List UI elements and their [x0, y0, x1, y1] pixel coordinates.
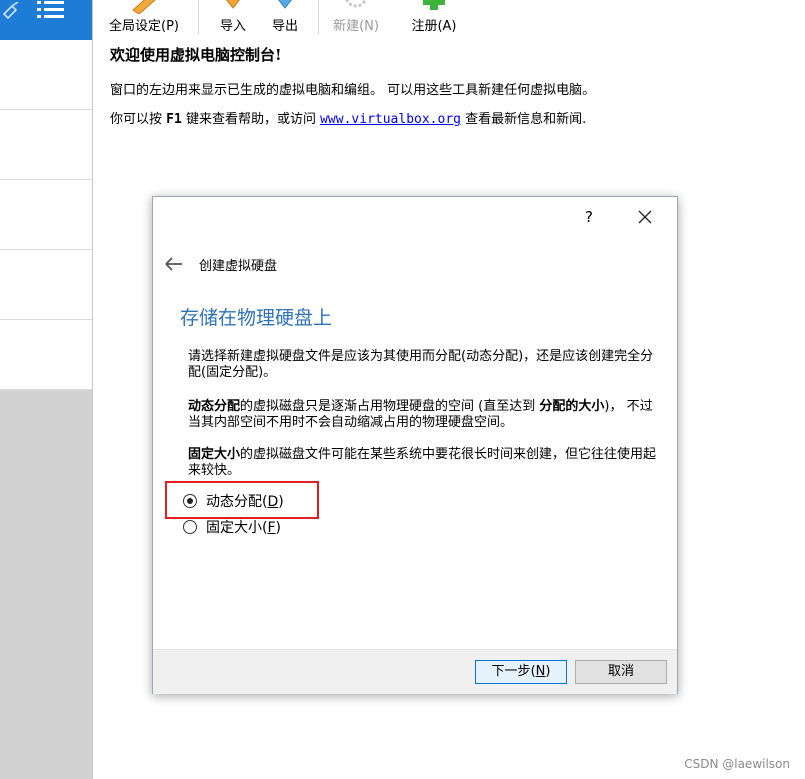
create-virtual-disk-dialog: ? 创建虚拟硬盘 存储在物理硬盘上 请选择新建虚拟硬盘文件是应该为其使用而分配(… — [152, 196, 678, 694]
toolbar-separator — [318, 0, 319, 34]
import-button[interactable]: 导入 — [208, 0, 258, 40]
help-key: F1 — [166, 112, 182, 127]
welcome-panel: 欢迎使用虚拟电脑控制台! 窗口的左边用来显示已生成的虚拟电脑和编组。 可以用这些… — [110, 44, 790, 137]
dynamic-description: 动态分配的虚拟磁盘只是逐渐占用物理硬盘的空间 (直至达到 分配的大小)， 不过当… — [188, 399, 658, 431]
dialog-footer: 下一步(N) 取消 — [153, 649, 677, 694]
fixed-text: 的虚拟磁盘文件可能在某些系统中要花很长时间来创建，但它往往使用起来较快。 — [188, 447, 657, 478]
export-label: 导出 — [271, 19, 298, 34]
global-settings-icon — [132, 0, 156, 14]
new-icon — [345, 0, 367, 8]
welcome-title: 欢迎使用虚拟电脑控制台! — [110, 46, 282, 64]
help-line-middle: 键来查看帮助，或访问 — [185, 112, 316, 127]
global-settings-label: 全局设定(P) — [109, 19, 179, 34]
toolbar-separator — [198, 0, 199, 34]
next-button[interactable]: 下一步(N) — [475, 660, 567, 684]
machine-tools-selected[interactable] — [0, 0, 92, 40]
annotation-highlight-box — [165, 481, 319, 519]
machine-row[interactable] — [0, 320, 92, 390]
global-settings-button[interactable]: 全局设定(P) — [102, 0, 186, 40]
import-label: 导入 — [219, 19, 246, 34]
intro-paragraph: 请选择新建虚拟硬盘文件是应该为其使用而分配(动态分配)，还是应该创建完全分配(固… — [188, 349, 654, 380]
export-button[interactable]: 导出 — [260, 0, 310, 40]
pin-icon[interactable] — [2, 2, 22, 22]
page-heading: 存储在物理硬盘上 — [180, 307, 333, 329]
help-line-prefix: 你可以按 — [110, 112, 163, 127]
fixed-term: 固定大小 — [188, 447, 241, 462]
fixed-size-label: 固定大小(F) — [206, 520, 281, 536]
wizard-title: 创建虚拟硬盘 — [199, 259, 278, 274]
machine-row[interactable] — [0, 250, 92, 320]
dynamic-text-1: 的虚拟磁盘只是逐渐占用物理硬盘的空间 (直至达到 — [240, 399, 540, 414]
new-label: 新建(N) — [333, 19, 379, 34]
help-button[interactable]: ? — [577, 205, 601, 229]
new-button[interactable]: 新建(N) — [328, 0, 384, 40]
export-icon — [278, 0, 292, 9]
fixed-size-radio[interactable]: 固定大小(F) — [183, 517, 281, 537]
allocated-size-term: 分配的大小 — [539, 399, 605, 414]
machine-row[interactable] — [0, 110, 92, 180]
machine-row[interactable] — [0, 180, 92, 250]
welcome-help-line: 你可以按 F1 键来查看帮助，或访问 www.virtualbox.org 查看… — [110, 108, 790, 127]
list-icon[interactable] — [36, 0, 66, 20]
back-arrow-icon[interactable] — [163, 255, 185, 273]
cancel-button[interactable]: 取消 — [575, 660, 667, 684]
register-label: 注册(A) — [411, 19, 457, 34]
dynamic-term: 动态分配 — [188, 399, 241, 414]
machine-row[interactable] — [0, 40, 92, 110]
main-toolbar: 全局设定(P) 导入 导出 新建(N) 注册(A) — [92, 0, 805, 40]
welcome-description: 窗口的左边用来显示已生成的虚拟电脑和编组。 可以用这些工具新建任何虚拟电脑。 — [110, 83, 596, 98]
import-icon — [226, 0, 240, 9]
watermark: CSDN @laewilson — [684, 757, 790, 771]
fixed-description: 固定大小的虚拟磁盘文件可能在某些系统中要花很长时间来创建，但它往往使用起来较快。 — [188, 447, 658, 479]
help-line-suffix: 查看最新信息和新闻. — [465, 112, 587, 127]
machine-rows — [0, 40, 92, 390]
close-icon[interactable] — [631, 205, 659, 229]
left-tools-header — [0, 0, 92, 40]
radio-unchecked-indicator[interactable] — [183, 520, 197, 534]
machine-list-panel — [0, 0, 93, 779]
register-button[interactable]: 注册(A) — [402, 0, 466, 40]
add-icon — [423, 0, 445, 10]
virtualbox-link[interactable]: www.virtualbox.org — [320, 112, 461, 127]
